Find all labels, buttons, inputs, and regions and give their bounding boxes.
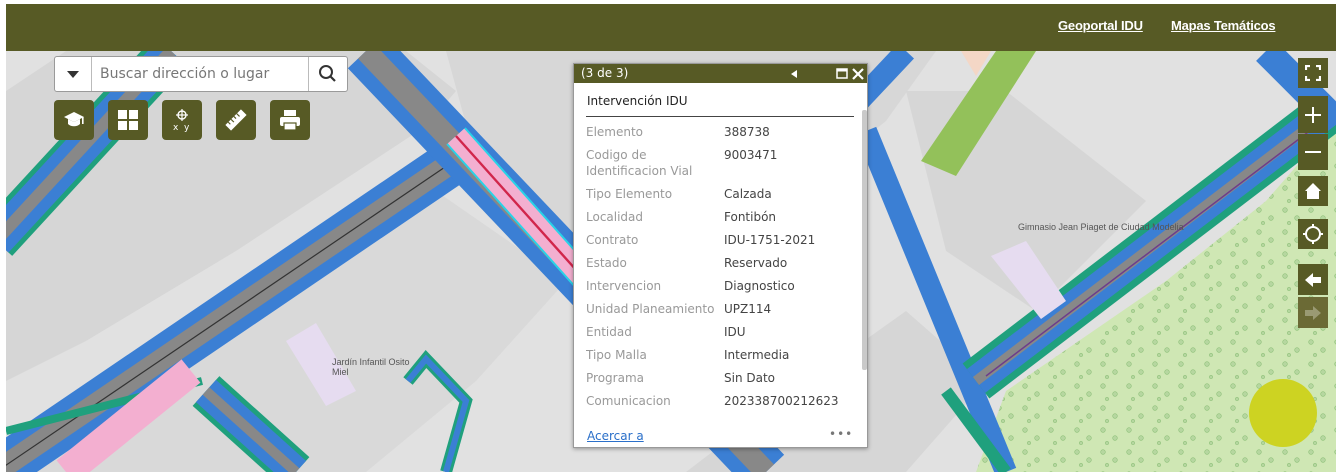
popup-scrollbar[interactable]	[862, 110, 867, 370]
attribute-value: 388738	[724, 125, 770, 139]
popup-title-divider	[586, 116, 854, 117]
back-icon	[1305, 272, 1321, 287]
attribute-value: IDU	[724, 325, 746, 339]
tool-button-coordinates[interactable]: x y	[162, 100, 202, 140]
attribute-value: Reservado	[724, 256, 788, 270]
home-button[interactable]	[1298, 176, 1328, 206]
attribute-key: Estado	[586, 256, 627, 270]
zoom-out-icon	[1305, 151, 1321, 153]
more-actions-button[interactable]: •••	[829, 427, 853, 441]
attribute-value: 202338700212623	[724, 394, 839, 408]
attribute-row: Tipo Elemento Calzada	[586, 186, 858, 202]
attribute-key: Elemento	[586, 125, 644, 139]
locate-icon	[1303, 224, 1323, 244]
map-label-jardin: Jardín Infantil Osito Miel	[332, 357, 410, 377]
popup-attribute-list: Elemento 388738 Codigo de Identificacion …	[586, 124, 858, 419]
printer-icon	[280, 110, 300, 131]
maximize-icon[interactable]	[836, 68, 848, 79]
attribute-key: Codigo de Identificacion Vial	[586, 148, 693, 178]
search-input[interactable]	[92, 57, 308, 91]
fullscreen-icon	[1305, 65, 1321, 81]
attribute-key: Comunicacion	[586, 394, 671, 408]
attribute-row: Programa Sin Dato	[586, 370, 858, 386]
attribute-row: Unidad Planeamiento UPZ114	[586, 301, 858, 317]
tool-button-basemaps[interactable]	[108, 100, 148, 140]
attribute-key: Tipo Elemento	[586, 187, 673, 201]
attribute-row: Elemento 388738	[586, 124, 858, 140]
attribute-value: Calzada	[724, 187, 772, 201]
graduation-cap-icon	[64, 112, 84, 127]
attribute-key: Programa	[586, 371, 644, 385]
forward-icon	[1305, 305, 1321, 320]
svg-text:y: y	[184, 123, 190, 132]
tool-button-measure[interactable]	[216, 100, 256, 140]
attribute-key: Tipo Malla	[586, 348, 647, 362]
attribute-value: IDU-1751-2021	[724, 233, 816, 247]
popup-title: Intervención IDU	[587, 94, 688, 108]
attribute-key: Contrato	[586, 233, 639, 247]
attribute-row: Entidad IDU	[586, 324, 858, 340]
back-button[interactable]	[1298, 264, 1328, 295]
forward-button[interactable]	[1298, 297, 1328, 328]
popup-counter: (3 de 3)	[581, 66, 629, 80]
attribute-value: Fontibón	[724, 210, 777, 224]
search-button[interactable]	[308, 57, 347, 91]
attribute-value: UPZ114	[724, 302, 772, 316]
info-popup: (3 de 3) Intervención IDU Elemento 388738…	[573, 63, 868, 448]
attribute-value: Intermedia	[724, 348, 790, 362]
zoom-in-button[interactable]	[1298, 96, 1328, 133]
search-source-dropdown[interactable]	[55, 57, 92, 91]
attribute-key: Unidad Planeamiento	[586, 302, 715, 316]
locate-button[interactable]	[1298, 219, 1328, 249]
ruler-icon	[225, 109, 247, 131]
search-widget	[54, 56, 348, 92]
attribute-key: Intervencion	[586, 279, 662, 293]
search-icon	[319, 65, 336, 82]
previous-feature-icon[interactable]	[789, 69, 799, 79]
xy-coordinates-icon: x y	[173, 109, 190, 132]
attribute-row: Localidad Fontibón	[586, 209, 858, 225]
attribute-row: Estado Reservado	[586, 255, 858, 271]
home-icon	[1305, 183, 1321, 199]
top-header-bar: Geoportal IDU Mapas Temáticos	[6, 4, 1336, 51]
zoom-out-button[interactable]	[1298, 134, 1328, 170]
attribute-key: Localidad	[586, 210, 644, 224]
zoom-to-link[interactable]: Acercar a	[587, 429, 644, 443]
map-label-gimnasio: Gimnasio Jean Piaget de Ciudad Modelia	[1018, 222, 1184, 232]
attribute-row: Comunicacion 202338700212623	[586, 393, 858, 409]
zoom-in-icon	[1305, 106, 1321, 123]
tool-button-print[interactable]	[270, 100, 310, 140]
fullscreen-button[interactable]	[1298, 58, 1328, 88]
link-geoportal-idu[interactable]: Geoportal IDU	[1058, 18, 1143, 33]
tool-button-education[interactable]	[54, 100, 94, 140]
attribute-row: Intervencion Diagnostico	[586, 278, 858, 294]
popup-header: (3 de 3)	[574, 64, 867, 83]
link-mapas-tematicos[interactable]: Mapas Temáticos	[1171, 18, 1276, 33]
attribute-row: Codigo de Identificacion Vial 9003471	[586, 147, 858, 179]
svg-text:x: x	[173, 123, 179, 132]
attribute-value: Diagnostico	[724, 279, 795, 293]
attribute-value: 9003471	[724, 148, 778, 162]
attribute-row: Contrato IDU-1751-2021	[586, 232, 858, 248]
close-icon[interactable]	[852, 68, 864, 80]
attribute-value: Sin Dato	[724, 371, 776, 385]
grid-icon	[118, 110, 138, 130]
attribute-key: Entidad	[586, 325, 632, 339]
attribute-row: Tipo Malla Intermedia	[586, 347, 858, 363]
